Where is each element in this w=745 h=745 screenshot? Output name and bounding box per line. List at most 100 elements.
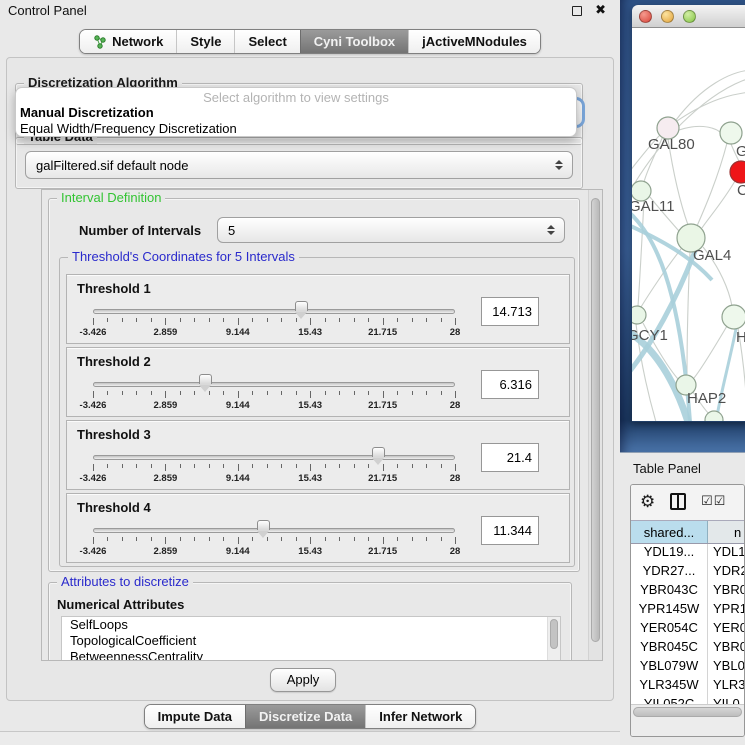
cell-name: YER0 [708,620,744,639]
tick-mark [180,537,181,541]
attribute-list-item[interactable]: SelfLoops [62,617,560,633]
algorithm-option[interactable]: Equal Width/Frequency Discretization [16,121,576,137]
dropdown-hint: Select algorithm to view settings [16,90,576,105]
slider-handle[interactable] [295,301,308,311]
tab-select[interactable]: Select [234,30,299,53]
tab-discretize-data[interactable]: Discretize Data [245,705,365,728]
tab-impute-data[interactable]: Impute Data [145,705,245,728]
tick-mark [107,464,108,468]
gear-icon[interactable]: ⚙ [640,491,655,513]
numerical-attributes-label: Numerical Attributes [57,597,184,612]
horizontal-scrollbar[interactable] [631,704,744,719]
slider-handle[interactable] [372,447,385,457]
minimize-traffic-light-icon[interactable] [661,10,674,23]
threshold-label: Threshold 1 [77,281,151,296]
tick-label: 9.144 [226,546,250,557]
threshold-value-box[interactable]: 11.344 [481,516,539,545]
split-view-icon[interactable] [670,493,686,510]
table-row[interactable]: YPR145WYPR1 [631,601,744,620]
slider-track[interactable] [93,382,455,387]
tick-mark [151,391,152,395]
tab-label: Impute Data [158,709,232,724]
network-node[interactable] [720,122,742,144]
node-label: GAL11 [632,198,675,215]
network-graph: GAL80GACGAL11GAL4GCY1HHAP2 [632,28,745,421]
table-row[interactable]: YDR27...YDR2 [631,563,744,582]
cell-shared-name: YDL19... [631,544,708,563]
table-row[interactable]: YIL052CYIL0 [631,696,744,704]
attributes-list-scrollbar[interactable] [547,617,560,661]
num-intervals-combobox[interactable]: 5 [217,217,565,243]
tick-mark [368,537,369,541]
table-row[interactable]: YBL079WYBL0 [631,658,744,677]
tick-label: 2.859 [154,473,178,484]
table-row[interactable]: YBR045CYBR0 [631,639,744,658]
tick-mark [165,318,166,325]
table-row[interactable]: YDL19...YDL1 [631,544,744,563]
zoom-traffic-light-icon[interactable] [683,10,696,23]
tab-network[interactable]: Network [80,30,176,53]
tick-mark [209,318,210,322]
tick-mark [194,537,195,541]
threshold-value-box[interactable]: 21.4 [481,443,539,472]
threshold-panel: Threshold 411.344-3.4262.8599.14415.4321… [66,493,570,563]
close-traffic-light-icon[interactable] [639,10,652,23]
tick-mark [281,318,282,322]
cell-name: YLR3 [708,677,744,696]
tick-mark [455,464,456,471]
cell-shared-name: YBR043C [631,582,708,601]
tab-label: Cyni Toolbox [314,34,395,49]
tick-label: 2.859 [154,546,178,557]
node-table: shared... n YDL19...YDL1YDR27...YDR2YBR0… [631,520,744,704]
tick-label: -3.426 [80,546,107,557]
slider-handle[interactable] [199,374,212,384]
tab-label: Style [190,34,221,49]
tab-infer-network[interactable]: Infer Network [365,705,475,728]
tick-mark [238,464,239,471]
table-row[interactable]: YBR043CYBR0 [631,582,744,601]
tick-label: 28 [450,473,461,484]
tick-mark [281,464,282,468]
algorithm-option[interactable]: Manual Discretization [16,105,576,121]
tick-mark [267,391,268,395]
network-node[interactable] [730,161,745,183]
tick-mark [151,537,152,541]
apply-button[interactable]: Apply [270,668,336,692]
network-icon [93,35,107,49]
network-node[interactable] [722,305,745,329]
attribute-list-item[interactable]: BetweennessCentrality [62,649,560,661]
network-node[interactable] [632,306,646,324]
slider-track[interactable] [93,455,455,460]
control-panel-body: Discretization Algorithm Select algorith… [6,57,614,701]
threshold-value-box[interactable]: 6.316 [481,370,539,399]
tick-mark [426,537,427,541]
close-icon[interactable]: ✖ [595,2,606,18]
network-canvas[interactable]: GAL80GACGAL11GAL4GCY1HHAP2 [632,28,745,421]
threshold-panel: Threshold 114.713-3.4262.8599.14415.4321… [66,274,570,344]
tick-mark [325,537,326,541]
node-label: GA [736,143,745,160]
slider-track[interactable] [93,528,455,533]
table-row[interactable]: YLR345WYLR3 [631,677,744,696]
slider-handle[interactable] [257,520,270,530]
slider-track[interactable] [93,309,455,314]
threshold-value-box[interactable]: 14.713 [481,297,539,326]
attributes-list[interactable]: SelfLoopsTopologicalCoefficientBetweenne… [61,616,561,661]
tab-style[interactable]: Style [176,30,234,53]
vertical-scrollbar[interactable] [588,190,602,660]
column-header-shared-name[interactable]: shared... [631,521,708,543]
attribute-list-item[interactable]: TopologicalCoefficient [62,633,560,649]
algorithm-dropdown-popup: Select algorithm to view settings Manual… [15,87,577,137]
tick-mark [93,391,94,398]
tick-mark [354,537,355,541]
float-window-icon[interactable] [572,6,582,16]
tick-mark [368,391,369,395]
tab-jactivemnodules[interactable]: jActiveMNodules [408,30,540,53]
tick-label: 21.715 [368,473,397,484]
checkbox-icons[interactable]: ☑☑ [701,493,726,509]
tick-mark [281,537,282,541]
tick-mark [383,464,384,471]
column-header-name[interactable]: n [708,521,744,543]
tab-cyni-toolbox[interactable]: Cyni Toolbox [300,30,408,53]
table-row[interactable]: YER054CYER0 [631,620,744,639]
